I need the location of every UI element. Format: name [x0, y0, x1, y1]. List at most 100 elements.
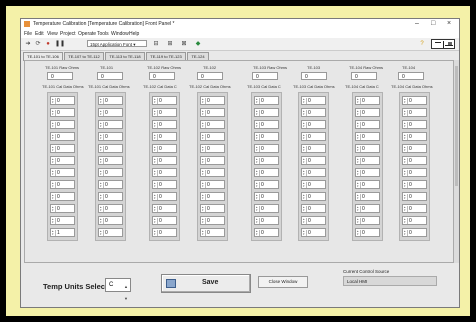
spinner-icon[interactable]: ▴ ▾ — [256, 218, 260, 224]
cal-data-element[interactable]: ▴ ▾ 0 — [200, 216, 225, 225]
spinner-icon[interactable]: ▴ ▾ — [357, 146, 361, 152]
spinner-icon[interactable]: ▴ ▾ — [256, 110, 260, 116]
cal-data-element[interactable]: ▴ ▾ 0 — [355, 144, 380, 153]
spinner-icon[interactable]: ▴ ▾ — [100, 170, 104, 176]
abort-icon[interactable]: ● — [45, 41, 51, 47]
cal-data-element[interactable]: ▴ ▾ 0 — [254, 96, 279, 105]
spinner-icon[interactable]: ▴ ▾ — [52, 182, 56, 188]
spinner-icon[interactable]: ▴ ▾ — [256, 194, 260, 200]
cal-data-element[interactable]: ▴ ▾ 0 — [152, 192, 177, 201]
cal-data-element[interactable]: ▴ ▾ 0 — [301, 120, 326, 129]
tab-te119-te123[interactable]: TE-119 to TE-123 — [146, 52, 186, 60]
cal-data-element[interactable]: ▴ ▾ 0 — [301, 132, 326, 141]
cal-data-element[interactable]: ▴ ▾ 0 — [402, 192, 427, 201]
cal-data-element[interactable]: ▴ ▾ 0 — [402, 144, 427, 153]
spinner-icon[interactable]: ▴ ▾ — [357, 134, 361, 140]
cal-data-element[interactable]: ▴ ▾ 0 — [402, 96, 427, 105]
spinner-icon[interactable]: ▴ ▾ — [154, 230, 158, 236]
spinner-icon[interactable]: ▴ ▾ — [357, 230, 361, 236]
maximize-button[interactable]: □ — [431, 20, 435, 27]
spinner-icon[interactable]: ▴ ▾ — [404, 146, 408, 152]
spinner-icon[interactable]: ▴ ▾ — [202, 206, 206, 212]
cal-data-element[interactable]: ▴ ▾ 0 — [402, 132, 427, 141]
spinner-icon[interactable]: ▴ ▾ — [357, 218, 361, 224]
cal-data-element[interactable]: ▴ ▾ 0 — [301, 216, 326, 225]
spinner-icon[interactable]: ▴ ▾ — [100, 218, 104, 224]
cal-data-element[interactable]: ▴ ▾ 0 — [301, 204, 326, 213]
spinner-icon[interactable]: ▴ ▾ — [256, 170, 260, 176]
cal-data-element[interactable]: ▴ ▾ 0 — [200, 192, 225, 201]
resize-objects-icon[interactable]: ⊠ — [181, 41, 187, 47]
spinner-icon[interactable]: ▴ ▾ — [357, 194, 361, 200]
cal-data-element[interactable]: ▴ ▾ 0 — [200, 120, 225, 129]
spinner-icon[interactable]: ▴ ▾ — [100, 110, 104, 116]
spinner-icon[interactable]: ▴ ▾ — [202, 158, 206, 164]
cal-data-element[interactable]: ▴ ▾ 0 — [402, 204, 427, 213]
close-window-button[interactable]: Close Window — [258, 276, 308, 288]
cal-data-element[interactable]: ▴ ▾ 0 — [301, 108, 326, 117]
close-button[interactable]: × — [447, 20, 451, 27]
spinner-icon[interactable]: ▴ ▾ — [357, 206, 361, 212]
spinner-icon[interactable]: ▴ ▾ — [303, 98, 307, 104]
spinner-icon[interactable]: ▴ ▾ — [52, 206, 56, 212]
spinner-icon[interactable]: ▴ ▾ — [202, 110, 206, 116]
spinner-icon[interactable]: ▴ ▾ — [303, 182, 307, 188]
distribute-objects-icon[interactable]: ⊞ — [167, 41, 173, 47]
tab-te107-te112[interactable]: TE-107 to TE-112 — [64, 52, 104, 60]
spinner-icon[interactable]: ▴ ▾ — [154, 122, 158, 128]
cal-data-element[interactable]: ▴ ▾ 0 — [200, 96, 225, 105]
cal-data-element[interactable]: ▴ ▾ 0 — [98, 120, 123, 129]
cal-data-element[interactable]: ▴ ▾ 0 — [50, 144, 75, 153]
spinner-icon[interactable]: ▴ ▾ — [154, 182, 158, 188]
run-arrow-icon[interactable]: ➔ — [25, 41, 31, 47]
cal-data-element[interactable]: ▴ ▾ 0 — [50, 216, 75, 225]
menu-edit[interactable]: Edit — [35, 31, 44, 37]
cal-data-element[interactable]: ▴ ▾ 0 — [402, 108, 427, 117]
menu-help[interactable]: Help — [129, 31, 139, 37]
cal-data-element[interactable]: ▴ ▾ 0 — [254, 216, 279, 225]
cal-data-element[interactable]: ▴ ▾ 0 — [301, 144, 326, 153]
spinner-icon[interactable]: ▴ ▾ — [303, 218, 307, 224]
font-select[interactable]: 15pt Application Font ▾ — [87, 40, 147, 47]
cal-data-element[interactable]: ▴ ▾ 1 — [50, 228, 75, 237]
spinner-icon[interactable]: ▴ ▾ — [256, 230, 260, 236]
cal-data-element[interactable]: ▴ ▾ 0 — [152, 228, 177, 237]
cal-data-element[interactable]: ▴ ▾ 0 — [98, 108, 123, 117]
spinner-icon[interactable]: ▴ ▾ — [404, 182, 408, 188]
spinner-icon[interactable]: ▴ ▾ — [256, 158, 260, 164]
cal-data-element[interactable]: ▴ ▾ 0 — [50, 192, 75, 201]
cal-data-element[interactable]: ▴ ▾ 0 — [254, 204, 279, 213]
cal-data-element[interactable]: ▴ ▾ 0 — [301, 180, 326, 189]
spinner-icon[interactable]: ▴ ▾ — [52, 122, 56, 128]
cal-data-element[interactable]: ▴ ▾ 0 — [50, 132, 75, 141]
spinner-icon[interactable]: ▴ ▾ — [154, 170, 158, 176]
cal-data-element[interactable]: ▴ ▾ 0 — [50, 120, 75, 129]
spinner-icon[interactable]: ▴ ▾ — [100, 146, 104, 152]
spinner-icon[interactable]: ▴ ▾ — [52, 110, 56, 116]
cal-data-element[interactable]: ▴ ▾ 0 — [301, 192, 326, 201]
spinner-icon[interactable]: ▴ ▾ — [202, 182, 206, 188]
spinner-icon[interactable]: ▴ ▾ — [404, 194, 408, 200]
cal-data-element[interactable]: ▴ ▾ 0 — [254, 132, 279, 141]
spinner-icon[interactable]: ▴ ▾ — [100, 182, 104, 188]
spinner-icon[interactable]: ▴ ▾ — [202, 218, 206, 224]
minimize-button[interactable]: – — [415, 20, 419, 27]
spinner-icon[interactable]: ▴ ▾ — [404, 110, 408, 116]
spinner-icon[interactable]: ▴ ▾ — [52, 134, 56, 140]
context-help-icon[interactable]: ? — [419, 41, 425, 47]
menu-view[interactable]: View — [47, 31, 58, 37]
cal-data-element[interactable]: ▴ ▾ 0 — [200, 204, 225, 213]
spinner-icon[interactable]: ▴ ▾ — [303, 158, 307, 164]
spinner-icon[interactable]: ▴ ▾ — [52, 158, 56, 164]
spinner-icon[interactable]: ▴ ▾ — [202, 170, 206, 176]
cal-data-element[interactable]: ▴ ▾ 0 — [152, 156, 177, 165]
spinner-icon[interactable]: ▴ ▾ — [404, 170, 408, 176]
spinner-icon[interactable]: ▴ ▾ — [357, 158, 361, 164]
cal-data-element[interactable]: ▴ ▾ 0 — [355, 156, 380, 165]
cal-data-element[interactable]: ▴ ▾ 0 — [98, 144, 123, 153]
spinner-icon[interactable]: ▴ ▾ — [404, 134, 408, 140]
cal-data-element[interactable]: ▴ ▾ 0 — [355, 192, 380, 201]
spinner-icon[interactable]: ▴ ▾ — [202, 134, 206, 140]
spinner-icon[interactable]: ▴ ▾ — [303, 194, 307, 200]
cal-data-element[interactable]: ▴ ▾ 0 — [152, 216, 177, 225]
